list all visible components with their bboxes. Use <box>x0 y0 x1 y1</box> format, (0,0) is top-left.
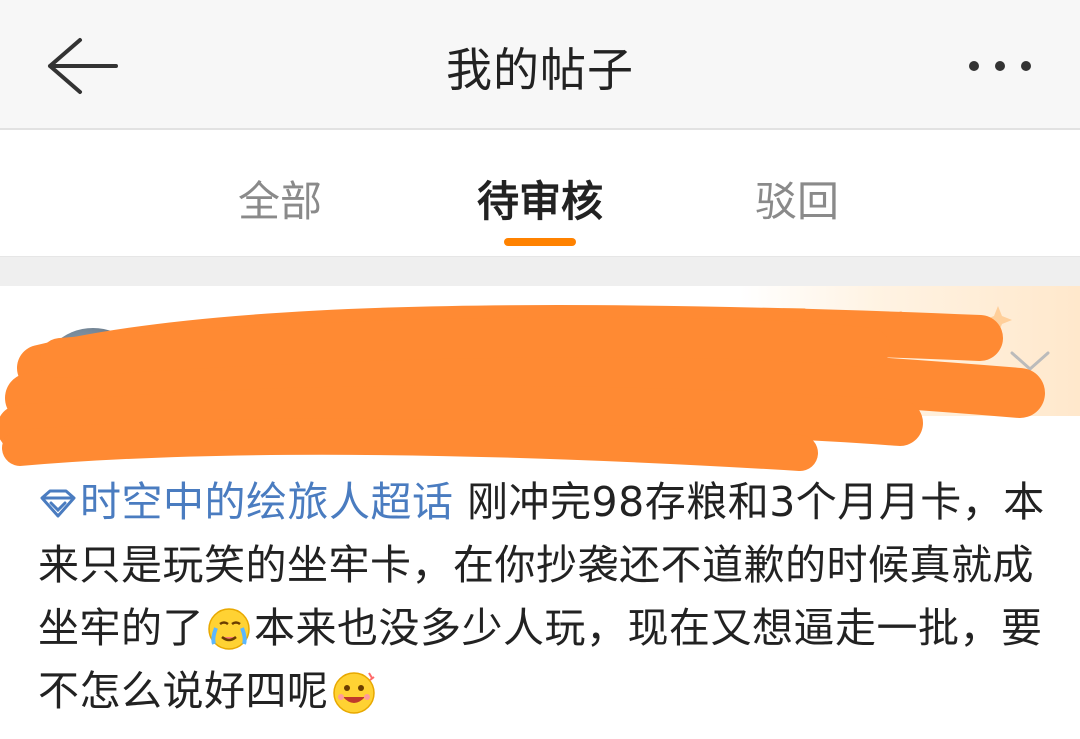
more-horizontal-icon <box>969 61 979 71</box>
avatar[interactable] <box>38 328 148 438</box>
tab-rejected[interactable]: 驳回 <box>697 168 897 229</box>
page-title: 我的帖子 <box>446 43 634 97</box>
super-topic-badge-text: 超话 <box>816 307 914 371</box>
top-bar: 我的帖子 <box>0 0 1080 130</box>
section-divider <box>0 256 1080 286</box>
laughing-face-emoji <box>332 672 375 714</box>
tab-all[interactable]: 全部 <box>180 168 380 229</box>
post-card[interactable]: 超话 时空中的绘旅人超话 刚冲完98存粮和3个月月卡，本来只是玩笑的坐牢卡，在你… <box>0 286 1080 739</box>
topic-name[interactable]: 时空中的绘旅人超话 <box>80 478 454 526</box>
tab-pending-review[interactable]: 待审核 <box>440 168 640 229</box>
chevron-down-icon[interactable] <box>1008 341 1052 381</box>
active-tab-indicator <box>504 238 576 246</box>
topic-link[interactable]: 时空中的绘旅人超话 <box>38 478 454 526</box>
super-topic-diamond-icon <box>40 489 76 518</box>
more-button[interactable] <box>950 38 1050 94</box>
crying-face-emoji <box>208 608 250 650</box>
post-content: 时空中的绘旅人超话 刚冲完98存粮和3个月月卡，本来只是玩笑的坐牢卡，在你抄袭还… <box>38 471 1048 723</box>
